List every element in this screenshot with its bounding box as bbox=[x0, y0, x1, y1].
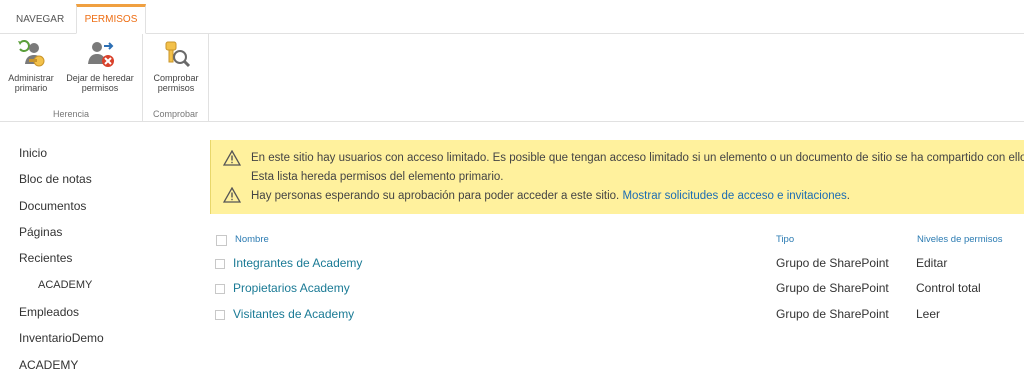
group-type: Grupo de SharePoint bbox=[776, 256, 889, 270]
manage-parent-button[interactable]: Administrar primario bbox=[2, 38, 60, 93]
group-name-link[interactable]: Integrantes de Academy bbox=[233, 256, 362, 270]
permission-level: Editar bbox=[916, 256, 948, 270]
nav-item-academy-recent[interactable]: ACADEMY bbox=[38, 279, 92, 291]
permission-level: Control total bbox=[916, 281, 981, 295]
column-header-tipo[interactable]: Tipo bbox=[776, 234, 794, 245]
status-inherits-text: Esta lista hereda permisos del elemento … bbox=[251, 171, 504, 183]
nav-item-inicio[interactable]: Inicio bbox=[19, 146, 47, 160]
stop-inheriting-label-1: Dejar de heredar bbox=[66, 73, 134, 83]
group-label-herencia: Herencia bbox=[52, 109, 90, 119]
column-header-niveles[interactable]: Niveles de permisos bbox=[917, 234, 1003, 245]
group-name-link[interactable]: Visitantes de Academy bbox=[233, 307, 354, 321]
ribbon-tab-bar: NAVEGAR PERMISOS bbox=[0, 0, 1024, 34]
access-requests-link[interactable]: Mostrar solicitudes de acceso e invitaci… bbox=[622, 190, 846, 202]
warning-icon bbox=[223, 150, 241, 166]
table-row: Integrantes de Academy Grupo de SharePoi… bbox=[210, 254, 1024, 276]
nav-item-inventariodemo[interactable]: InventarioDemo bbox=[19, 331, 104, 345]
stop-inheriting-button[interactable]: Dejar de heredar permisos bbox=[60, 38, 140, 93]
row-checkbox[interactable] bbox=[215, 310, 225, 320]
nav-item-documentos[interactable]: Documentos bbox=[19, 199, 86, 213]
stop-inheriting-icon bbox=[88, 42, 114, 67]
nav-item-paginas[interactable]: Páginas bbox=[19, 225, 62, 239]
nav-item-academy[interactable]: ACADEMY bbox=[19, 358, 78, 372]
group-label-comprobar: Comprobar bbox=[152, 109, 199, 119]
group-type: Grupo de SharePoint bbox=[776, 281, 889, 295]
status-pending-text: Hay personas esperando su aprobación par… bbox=[251, 190, 620, 202]
manage-parent-icon bbox=[18, 40, 45, 67]
status-limited-access-text: En este sitio hay usuarios con acceso li… bbox=[251, 152, 1024, 164]
tab-permisos[interactable]: PERMISOS bbox=[76, 4, 146, 34]
manage-parent-label-2: primario bbox=[14, 83, 48, 93]
column-header-nombre[interactable]: Nombre bbox=[235, 234, 269, 245]
ribbon: Herencia Comprobar Administrar primario … bbox=[0, 34, 1024, 122]
group-name-link[interactable]: Propietarios Academy bbox=[233, 281, 350, 295]
row-checkbox[interactable] bbox=[215, 284, 225, 294]
nav-item-bloc-de-notas[interactable]: Bloc de notas bbox=[19, 172, 92, 186]
table-row: Propietarios Academy Grupo de SharePoint… bbox=[210, 279, 1024, 301]
check-permissions-label-1: Comprobar bbox=[153, 73, 199, 83]
status-pending-requests: Hay personas esperando su aprobación par… bbox=[251, 190, 850, 202]
nav-item-recientes[interactable]: Recientes bbox=[19, 251, 72, 265]
group-type: Grupo de SharePoint bbox=[776, 307, 889, 321]
warning-icon bbox=[223, 187, 241, 203]
tab-navegar[interactable]: NAVEGAR bbox=[6, 5, 74, 34]
permission-level: Leer bbox=[916, 307, 941, 321]
nav-item-empleados[interactable]: Empleados bbox=[19, 305, 79, 319]
check-permissions-button[interactable]: Comprobar permisos bbox=[146, 38, 206, 93]
stop-inheriting-label-2: permisos bbox=[81, 83, 119, 93]
status-pending-end: . bbox=[846, 190, 850, 202]
check-permissions-icon bbox=[165, 41, 191, 68]
select-all-checkbox[interactable] bbox=[216, 235, 227, 246]
status-bar: En este sitio hay usuarios con acceso li… bbox=[210, 140, 1024, 214]
table-row: Visitantes de Academy Grupo de SharePoin… bbox=[210, 305, 1024, 327]
manage-parent-label-1: Administrar bbox=[8, 73, 54, 83]
check-permissions-label-2: permisos bbox=[157, 83, 195, 93]
row-checkbox[interactable] bbox=[215, 259, 225, 269]
